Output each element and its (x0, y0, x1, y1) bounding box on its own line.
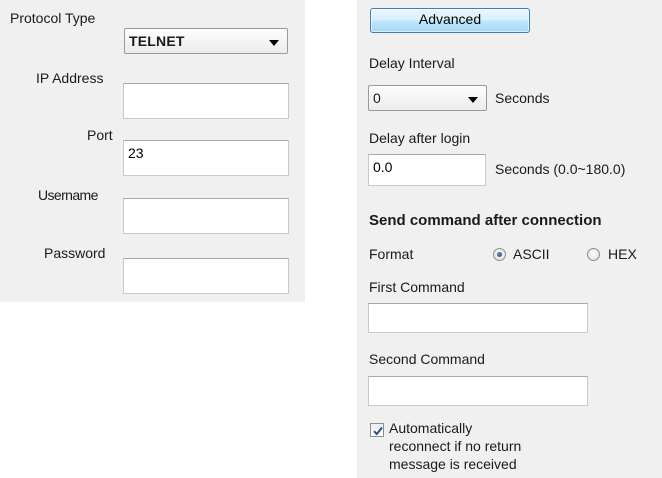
second-command-label: Second Command (369, 351, 485, 367)
ip-address-label: IP Address (36, 70, 104, 86)
auto-reconnect-line2[interactable]: reconnect if no return (389, 438, 521, 454)
send-command-heading: Send command after connection (369, 212, 602, 229)
protocol-type-label: Protocol Type (10, 10, 96, 26)
password-label: Password (44, 245, 106, 261)
delay-interval-value: 0 (373, 90, 381, 106)
chevron-down-icon (269, 40, 279, 46)
delay-interval-unit: Seconds (495, 90, 550, 106)
username-label: Username (38, 187, 98, 203)
advanced-button[interactable]: Advanced (370, 8, 530, 33)
username-field[interactable] (123, 198, 289, 234)
format-ascii-radio[interactable] (493, 248, 506, 261)
format-hex-radio[interactable] (587, 248, 600, 261)
format-label: Format (369, 246, 414, 262)
first-command-field[interactable] (368, 303, 588, 333)
auto-reconnect-checkbox[interactable] (370, 423, 384, 437)
password-field[interactable] (123, 258, 289, 294)
checkmark-icon (373, 426, 383, 436)
protocol-type-select[interactable]: TELNET (124, 28, 288, 54)
delay-interval-label: Delay Interval (369, 55, 455, 71)
port-field[interactable]: 23 (123, 140, 289, 176)
delay-after-login-field[interactable]: 0.0 (368, 154, 486, 186)
auto-reconnect-line1[interactable]: Automatically (389, 420, 472, 436)
format-hex-label[interactable]: HEX (608, 246, 637, 262)
advanced-panel (357, 0, 662, 478)
delay-interval-select[interactable]: 0 (368, 85, 487, 111)
ip-address-field[interactable] (123, 83, 289, 119)
second-command-field[interactable] (368, 376, 588, 406)
chevron-down-icon (468, 97, 478, 103)
port-value: 23 (128, 145, 144, 161)
first-command-label: First Command (369, 279, 465, 295)
delay-after-login-value: 0.0 (373, 159, 393, 175)
protocol-type-value: TELNET (129, 33, 185, 49)
format-ascii-label[interactable]: ASCII (513, 246, 550, 262)
port-label: Port (87, 127, 113, 143)
delay-after-login-unit: Seconds (0.0~180.0) (495, 161, 626, 177)
auto-reconnect-line3[interactable]: message is received (389, 456, 517, 472)
delay-after-login-label: Delay after login (369, 130, 471, 146)
